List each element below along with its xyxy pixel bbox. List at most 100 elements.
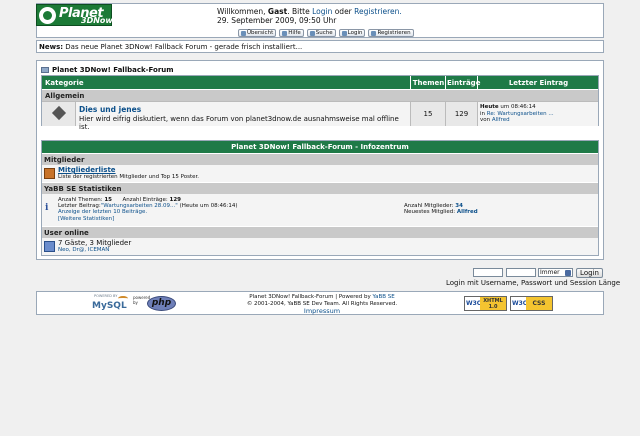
info-icon: i [45,203,49,213]
dolphin-icon [118,296,128,301]
mysql-logo-text: MySQL [92,301,127,311]
stats-members-value: 34 [455,203,463,209]
header-divider [445,76,446,89]
last-post-when: Heute [480,104,499,110]
main-toolbar: Übersicht Hilfe Suche Login Registrieren [238,29,414,37]
login-label: Login [347,30,363,36]
memberlist-link[interactable]: Mitgliederliste [58,166,199,174]
yabb-link[interactable]: YaBB SE [372,294,394,300]
register-link[interactable]: Registrieren. [354,7,402,16]
stats-row: i Anzahl Themen: 15 Anzahl Einträge: 129… [42,194,598,226]
header-posts: Einträge [447,79,481,87]
welcome-message: Willkommen, Gast. Bitte Login oder Regis… [217,7,402,25]
online-users-list[interactable]: Neo, Dr@, ICEMAN [58,247,131,253]
news-text: Das neue Planet 3DNow! Fallback Forum - … [65,43,303,51]
register-label: Registrieren [377,30,411,36]
xhtml-validator-badge[interactable]: W3C XHTML 1.0 [464,296,507,311]
newest-member-link[interactable]: Allfred [457,209,478,215]
php-powered-text: powered by [133,295,151,305]
login-button-toolbar[interactable]: Login [338,29,366,37]
more-stats-link[interactable]: [Weitere Statistiken] [58,216,237,222]
mysql-badge[interactable]: POWERED BY MySQL [92,294,130,314]
help-button[interactable]: Hilfe [279,29,304,37]
help-icon [282,30,288,36]
php-badge[interactable]: powered by php [133,294,177,314]
stats-topics-label: Anzahl Themen: [58,197,103,203]
board-topics-cell: 15 [410,102,445,126]
home-icon [241,30,246,36]
session-length-value: Immer [540,269,560,276]
logo-sub-text: 3DNow! [81,16,117,25]
board-last-post-cell: Heute um 08:46:14 in Re: Wartungsarbeite… [477,102,598,126]
stats-topics-value: 15 [104,197,112,203]
news-bar: News: Das neue Planet 3DNow! Fallback Fo… [36,40,604,53]
welcome-mid: . Bitte [287,7,310,16]
no-new-posts-icon [51,105,67,121]
board-name-link[interactable]: Dies und jenes [79,105,407,114]
users-online-icon [44,241,55,252]
current-datetime: 29. September 2009, 09:50 Uhr [217,16,337,25]
footer-credits: Planet 3DNow! Fallback-Forum | Powered b… [222,294,422,315]
board-table-header: Kategorie Themen Einträge Letzter Eintra… [42,76,598,89]
stats-last-label: Letzter Beitrag: [58,203,101,210]
stats-last-time: um 08:46:14) [200,203,238,210]
overview-button[interactable]: Übersicht [238,29,277,37]
php-logo-text: php [147,296,176,311]
search-button[interactable]: Suche [306,29,336,37]
login-submit-button[interactable]: Login [576,268,603,278]
header-category: Kategorie [45,79,84,87]
breadcrumb-title[interactable]: Planet 3DNow! Fallback-Forum [52,66,174,74]
last-post-user-link[interactable]: Allfred [492,117,510,123]
breadcrumb: Planet 3DNow! Fallback-Forum [41,66,174,74]
register-icon [371,30,377,36]
logo-circle-icon [39,7,56,24]
stats-posts-label: Anzahl Einträge: [122,197,168,203]
css-label: CSS [526,297,552,310]
members-row: Mitgliederliste Liste der registrierten … [42,165,598,182]
board-table: Kategorie Themen Einträge Letzter Eintra… [41,75,599,131]
login-link[interactable]: Login [312,7,332,16]
board-posts-cell: 129 [445,102,477,126]
register-button[interactable]: Registrieren [368,29,414,37]
news-label: News: [39,43,64,51]
css-validator-badge[interactable]: W3C CSS [510,296,553,311]
footer-line1: Planet 3DNow! Fallback-Forum | Powered b… [249,294,371,300]
welcome-guest: Gast [267,7,288,16]
password-input[interactable] [506,268,536,277]
username-input[interactable] [473,268,503,277]
last-post-time: um 08:46:14 [500,104,536,110]
xhtml-label: XHTML 1.0 [480,297,506,310]
info-center-title: Planet 3DNow! Fallback-Forum - Infozentr… [42,141,598,153]
board-icon-cell [42,102,76,126]
welcome-or: oder [334,7,352,16]
board-description: Hier wird eifrig diskutiert, wenn das Fo… [79,115,399,131]
last-post-thread-link[interactable]: Re: Wartungsarbeiten ... [487,111,554,117]
online-section-header: User online [42,226,598,238]
stats-right: Anzahl Mitglieder: 34 Neuestes Mitglied:… [404,203,478,215]
search-label: Suche [315,30,333,36]
header-divider [477,76,478,89]
impressum-link[interactable]: Impressum [222,308,422,315]
category-name[interactable]: Allgemein [45,92,84,100]
info-center: Planet 3DNow! Fallback-Forum - Infozentr… [41,140,599,256]
board-info-cell: Dies und jenes Hier wird eifrig diskutie… [76,102,410,131]
stats-last-thread-link[interactable]: "Wartungsarbeiten 28.09..." [101,203,178,209]
header-last-post: Letzter Eintrag [508,79,569,87]
last-post-in: in [480,110,486,117]
w3c-xhtml-label: W3C [465,297,481,310]
board-row: Dies und jenes Hier wird eifrig diskutie… [42,101,598,131]
stats-left: Anzahl Themen: 15 Anzahl Einträge: 129 L… [58,197,237,222]
stats-last-when: (Heute [179,203,199,210]
header-divider [410,76,411,89]
stats-section-header: YaBB SE Statistiken [42,182,598,194]
site-logo[interactable]: Planet 3DNow! [36,4,116,26]
folder-icon [41,67,49,73]
search-icon [309,30,315,36]
chevron-down-icon [565,270,571,276]
session-length-select[interactable]: Immer [538,268,573,277]
header-topics: Themen [412,79,445,87]
w3c-css-label: W3C [511,297,527,310]
memberlist-description: Liste der registrierten Mitglieder und T… [58,174,200,180]
help-label: Hilfe [288,30,301,36]
welcome-prefix: Willkommen, [217,7,266,16]
